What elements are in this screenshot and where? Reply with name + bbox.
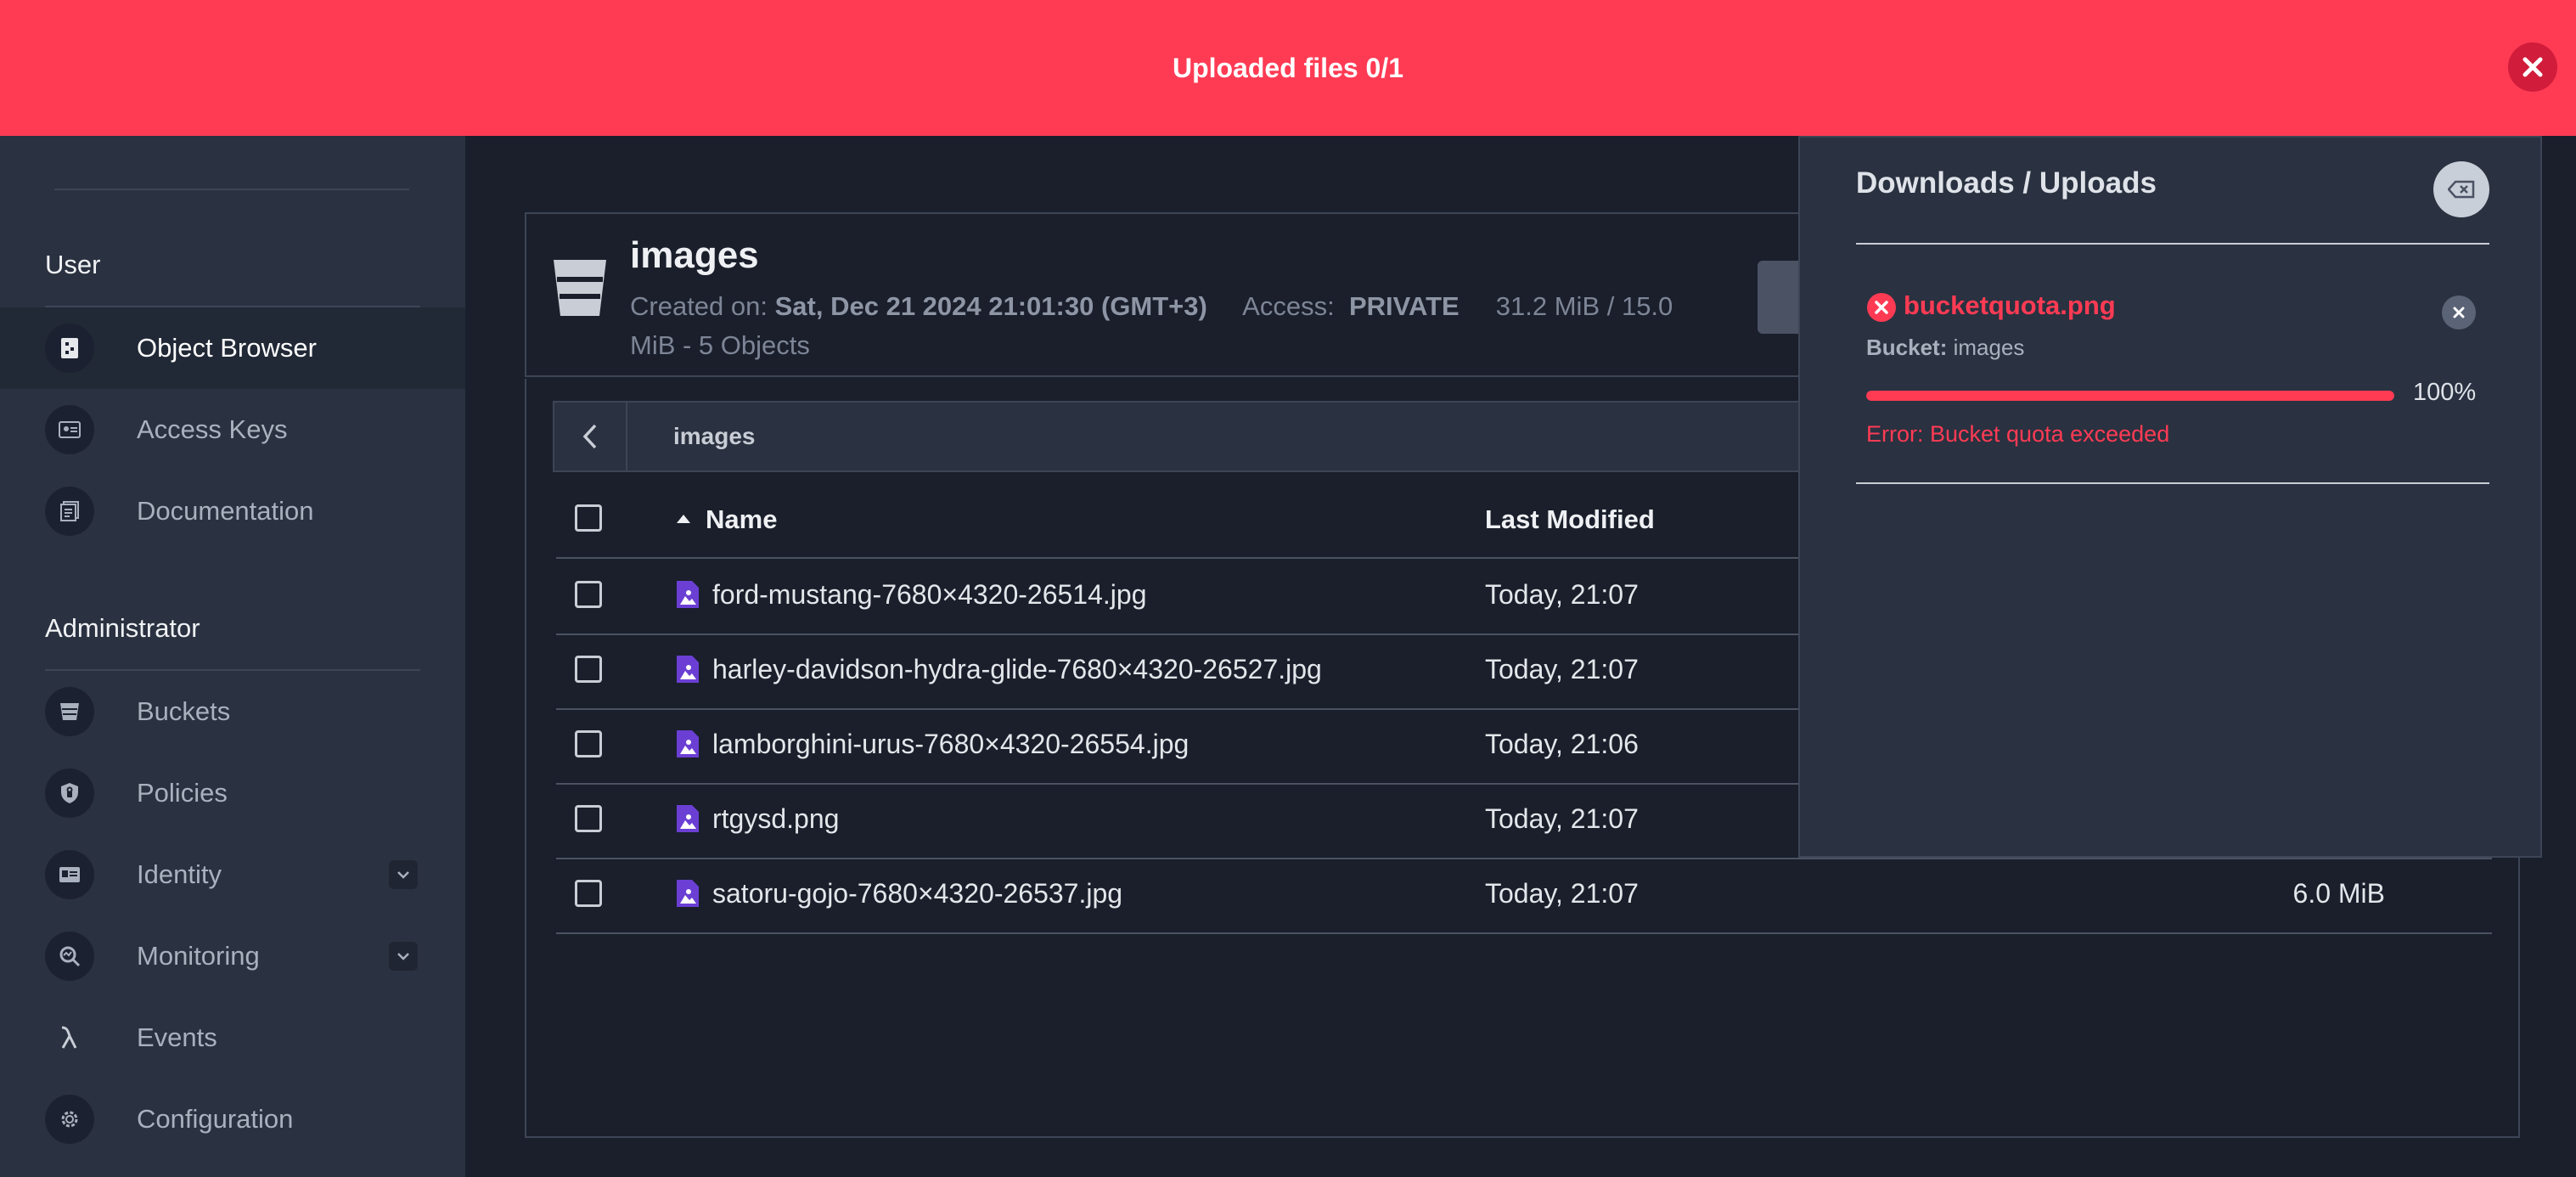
sidebar-item-identity[interactable]: Identity (0, 834, 465, 915)
file-modified: Today, 21:07 (1485, 579, 1639, 610)
file-name: satoru-gojo-7680×4320-26537.jpg (712, 878, 1123, 909)
shield-icon (45, 769, 94, 818)
row-checkbox[interactable] (575, 880, 602, 907)
sidebar-divider (54, 189, 409, 190)
lambda-icon (45, 1013, 94, 1062)
id-card-icon (45, 850, 94, 899)
sidebar-item-label: Object Browser (137, 333, 317, 363)
error-icon (1867, 293, 1896, 322)
file-name: lamborghini-urus-7680×4320-26554.jpg (712, 729, 1190, 759)
bucket-name: images (630, 234, 759, 276)
section-title-administrator: Administrator (45, 613, 200, 643)
file-name: rtgysd.png (712, 803, 840, 834)
breadcrumb-item[interactable]: images (673, 423, 756, 450)
sidebar-item-label: Policies (137, 778, 228, 808)
upload-progress-label: 100% (2413, 379, 2477, 406)
row-checkbox[interactable] (575, 730, 602, 757)
sidebar-item-configuration[interactable]: Configuration (0, 1078, 465, 1160)
bucket-label: Bucket: (1866, 335, 1948, 360)
file-modified: Today, 21:06 (1485, 729, 1639, 759)
image-file-icon (677, 805, 699, 832)
sidebar-item-policies[interactable]: Policies (0, 752, 465, 834)
bucket-icon (552, 258, 608, 322)
monitoring-icon (45, 932, 94, 981)
created-label: Created on: (630, 291, 768, 321)
sidebar-item-label: Identity (137, 859, 222, 889)
panel-divider (1856, 482, 2489, 484)
close-banner-button[interactable] (2508, 42, 2557, 92)
remove-item-button[interactable] (2442, 296, 2476, 329)
image-file-icon (677, 730, 699, 757)
expand-monitoring-button[interactable] (389, 942, 418, 971)
sidebar-item-events[interactable]: Events (0, 997, 465, 1078)
chevron-down-icon (397, 953, 409, 960)
sidebar-item-object-browser[interactable]: Object Browser (0, 307, 465, 389)
clear-all-button[interactable] (2433, 161, 2489, 217)
bucket-value: images (1953, 335, 2025, 360)
row-checkbox[interactable] (575, 581, 602, 608)
sidebar-item-monitoring[interactable]: Monitoring (0, 915, 465, 997)
panel-divider (1856, 243, 2489, 245)
file-modified: Today, 21:07 (1485, 654, 1639, 684)
sidebar-item-label: Events (137, 1022, 217, 1052)
chevron-down-icon (397, 871, 409, 879)
bucket-icon (45, 687, 94, 736)
image-file-icon (677, 880, 699, 907)
sidebar-item-buckets[interactable]: Buckets (0, 671, 465, 752)
file-modified: Today, 21:07 (1485, 878, 1639, 909)
upload-status-banner: Uploaded files 0/1 (0, 0, 2576, 136)
created-value: Sat, Dec 21 2024 21:01:30 (GMT+3) (774, 291, 1207, 321)
row-checkbox[interactable] (575, 805, 602, 832)
gear-icon (45, 1095, 94, 1144)
row-checkbox[interactable] (575, 656, 602, 683)
sidebar-item-access-keys[interactable]: Access Keys (0, 389, 465, 470)
file-modified: Today, 21:07 (1485, 803, 1639, 834)
downloads-uploads-panel: Downloads / Uploads bucketquota.png Buck… (1798, 136, 2542, 858)
back-button[interactable] (554, 403, 627, 470)
table-row[interactable]: satoru-gojo-7680×4320-26537.jpg Today, 2… (556, 858, 2492, 934)
sidebar-item-label: Monitoring (137, 941, 260, 971)
sidebar-item-label: Documentation (137, 496, 314, 526)
file-name: ford-mustang-7680×4320-26514.jpg (712, 579, 1147, 610)
select-all-checkbox[interactable] (575, 504, 602, 532)
image-file-icon (677, 656, 699, 683)
chevron-left-icon (582, 424, 597, 449)
file-size: 6.0 MiB (2292, 878, 2385, 909)
banner-text: Uploaded files 0/1 (1172, 52, 1404, 83)
documentation-icon (45, 487, 94, 536)
access-value: PRIVATE (1348, 291, 1460, 321)
close-icon (2453, 307, 2465, 318)
usage-value-line2: MiB - 5 Objects (630, 330, 810, 360)
close-icon (2523, 57, 2543, 77)
column-header-name[interactable]: Name (706, 504, 777, 535)
file-name: harley-davidson-hydra-glide-7680×4320-26… (712, 654, 1322, 684)
sidebar-item-label: Configuration (137, 1104, 294, 1134)
sidebar-item-label: Buckets (137, 696, 231, 726)
object-browser-icon (45, 324, 94, 373)
image-file-icon (677, 581, 699, 608)
sidebar-item-label: Access Keys (137, 414, 288, 444)
access-label: Access: (1242, 291, 1335, 321)
sort-asc-icon (677, 515, 690, 523)
upload-bucket: Bucket: images (1866, 335, 2024, 361)
section-title-user: User (45, 250, 101, 279)
upload-error-message: Error: Bucket quota exceeded (1866, 421, 2170, 447)
column-header-last-modified[interactable]: Last Modified (1485, 504, 1655, 535)
usage-value: 31.2 MiB / 15.0 (1495, 291, 1673, 321)
panel-title: Downloads / Uploads (1856, 166, 2157, 200)
access-keys-icon (45, 405, 94, 454)
bucket-meta: Created on: Sat, Dec 21 2024 21:01:30 (G… (630, 287, 1734, 365)
backspace-icon (2448, 180, 2475, 199)
upload-progress-bar (1866, 391, 2394, 401)
sidebar-item-documentation[interactable]: Documentation (0, 470, 465, 552)
upload-file-name: bucketquota.png (1904, 290, 2116, 320)
upload-progress-fill (1866, 391, 2394, 401)
sidebar: User Object Browser Access Keys Document… (0, 136, 465, 1177)
expand-identity-button[interactable] (389, 860, 418, 889)
